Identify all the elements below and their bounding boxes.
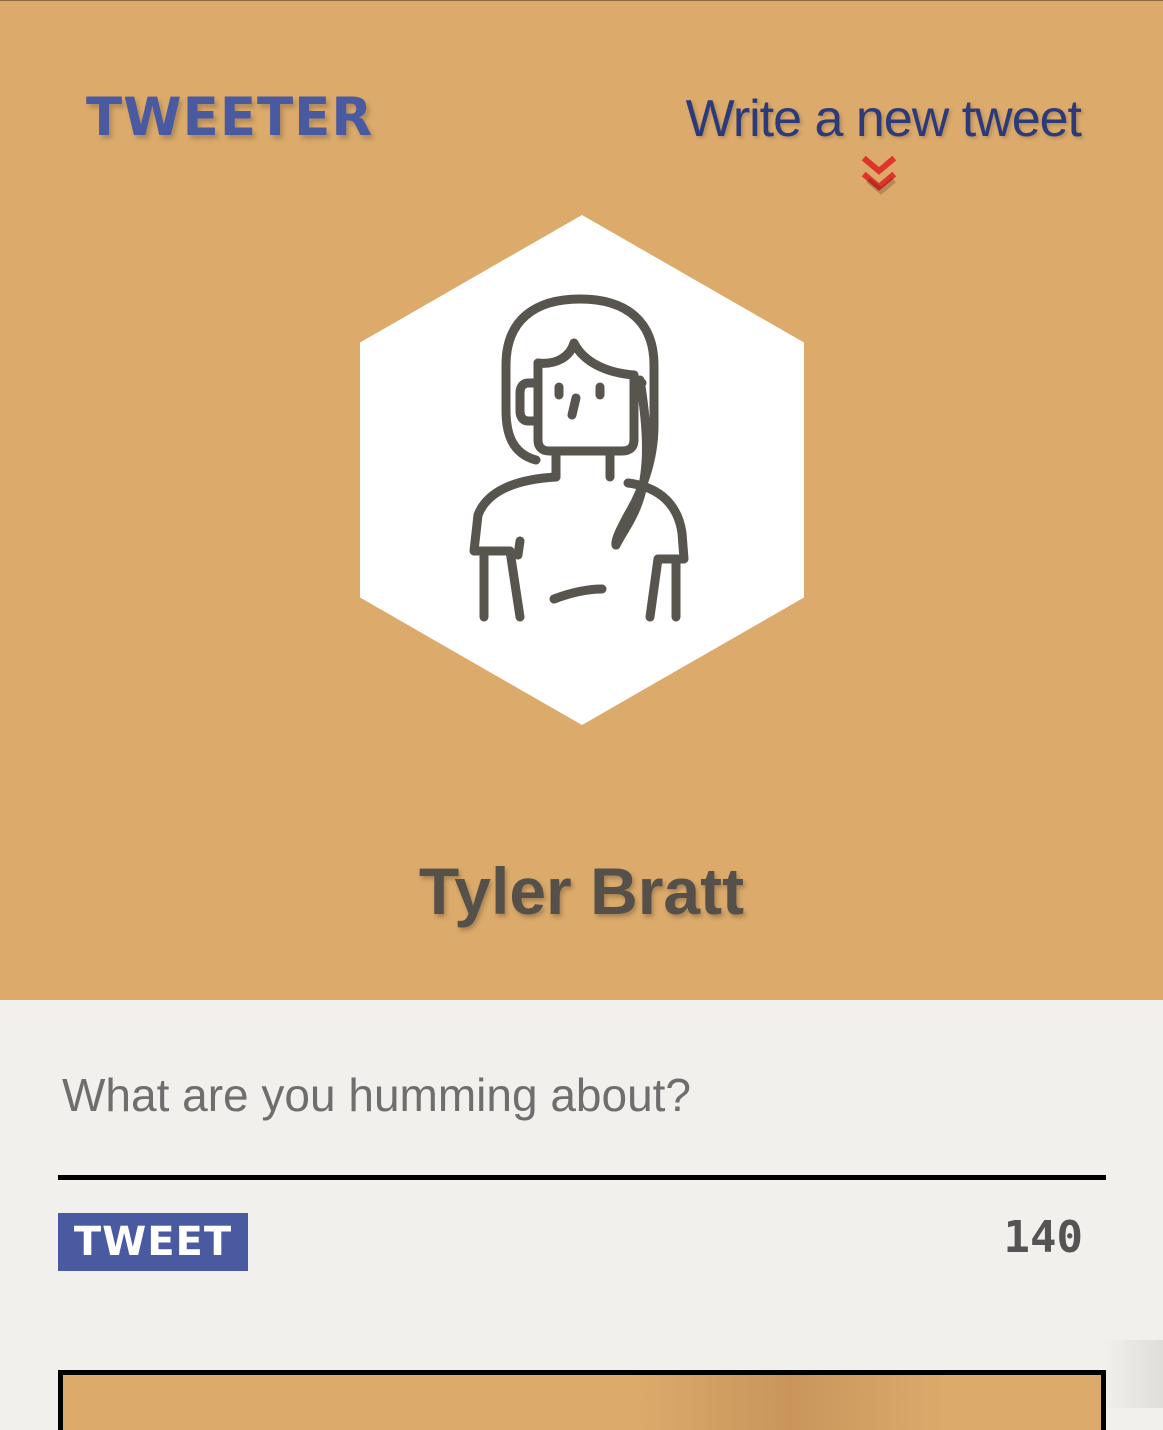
app-logo[interactable]: TWEETER (86, 87, 373, 148)
tweet-submit-button[interactable]: TWEET (58, 1213, 248, 1271)
double-chevron-down-icon[interactable] (861, 154, 897, 202)
woman-avatar-icon (469, 294, 689, 622)
tweet-card (58, 1370, 1106, 1430)
profile-header: TWEETER Write a new tweet Tyler Bratt (0, 0, 1163, 1000)
write-new-tweet-link[interactable]: Write a new tweet (686, 89, 1082, 149)
tweet-textarea[interactable] (58, 1040, 1106, 1180)
profile-avatar (360, 215, 804, 725)
character-counter: 140 (1003, 1212, 1083, 1263)
scroll-shadow (1103, 1340, 1163, 1408)
profile-name: Tyler Bratt (418, 854, 745, 928)
